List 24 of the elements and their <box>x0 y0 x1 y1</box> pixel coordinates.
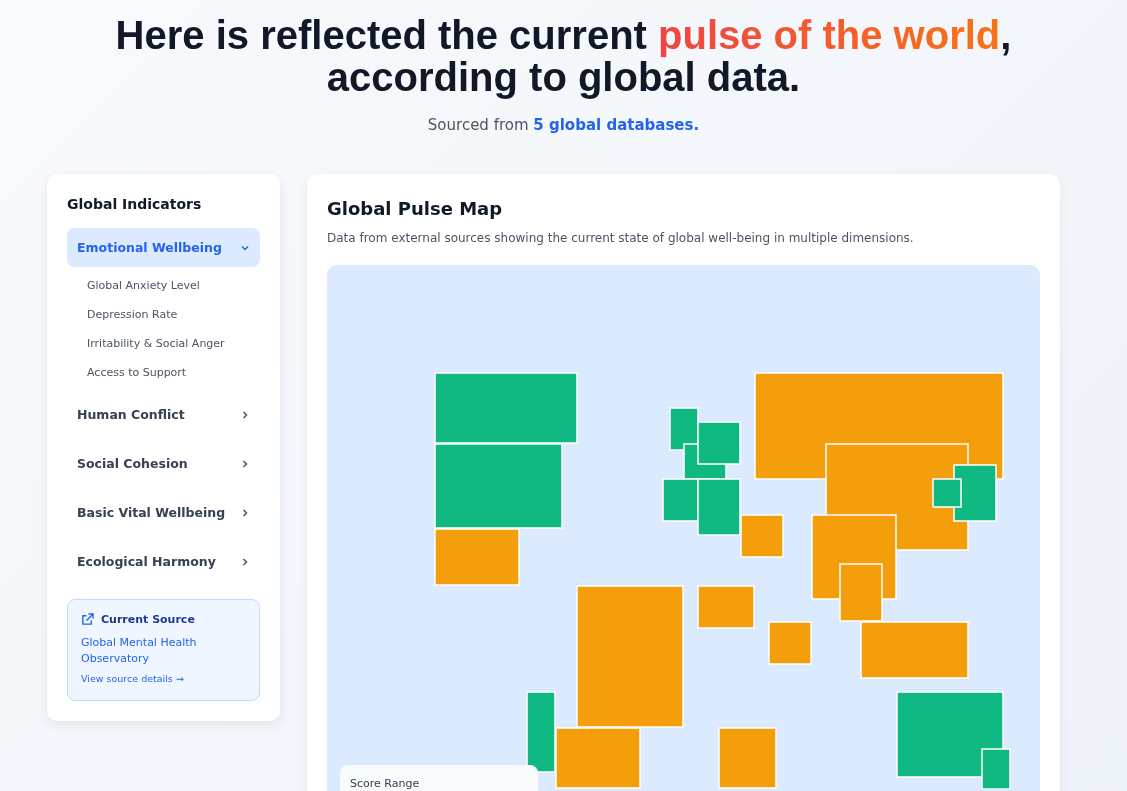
source-heading: Current Source <box>101 613 195 626</box>
category-item[interactable]: Emotional Wellbeing <box>67 228 260 267</box>
page-subtitle: Sourced from 5 global databases. <box>427 116 700 134</box>
map-description: Data from external sources showing the current state of global well-being in multiple dimensions. <box>327 231 915 245</box>
category-item[interactable]: Ecological Harmony <box>67 542 260 581</box>
source-name: Global Mental Health Observatory <box>81 635 198 667</box>
chevron-right-icon <box>240 458 250 469</box>
page-title: Here is reflected the current pulse of the world, according to global data. <box>114 14 1013 98</box>
sidebar-title: Global Indicators <box>67 196 203 212</box>
category-item[interactable]: Social Cohesion <box>67 444 260 483</box>
subcategory-item[interactable]: Irritability & Social Anger <box>67 329 245 358</box>
source-details-link[interactable]: View source details → <box>81 673 184 684</box>
category-item[interactable]: Human Conflict <box>67 395 260 434</box>
chevron-right-icon <box>240 409 250 420</box>
subcategory-item[interactable]: Global Anxiety Level <box>67 271 220 300</box>
chevron-right-icon <box>240 507 250 518</box>
chevron-right-icon <box>240 556 250 567</box>
world-map-drawing[interactable] <box>434 372 1012 789</box>
legend-title: Score Range <box>350 777 420 790</box>
subcategory-item[interactable]: Access to Support <box>67 358 207 387</box>
subcategory-item[interactable]: Depression Rate <box>67 300 198 329</box>
category-item[interactable]: Basic Vital Wellbeing <box>67 493 260 532</box>
external-link-icon <box>81 613 94 626</box>
map-title: Global Pulse Map <box>327 198 504 219</box>
